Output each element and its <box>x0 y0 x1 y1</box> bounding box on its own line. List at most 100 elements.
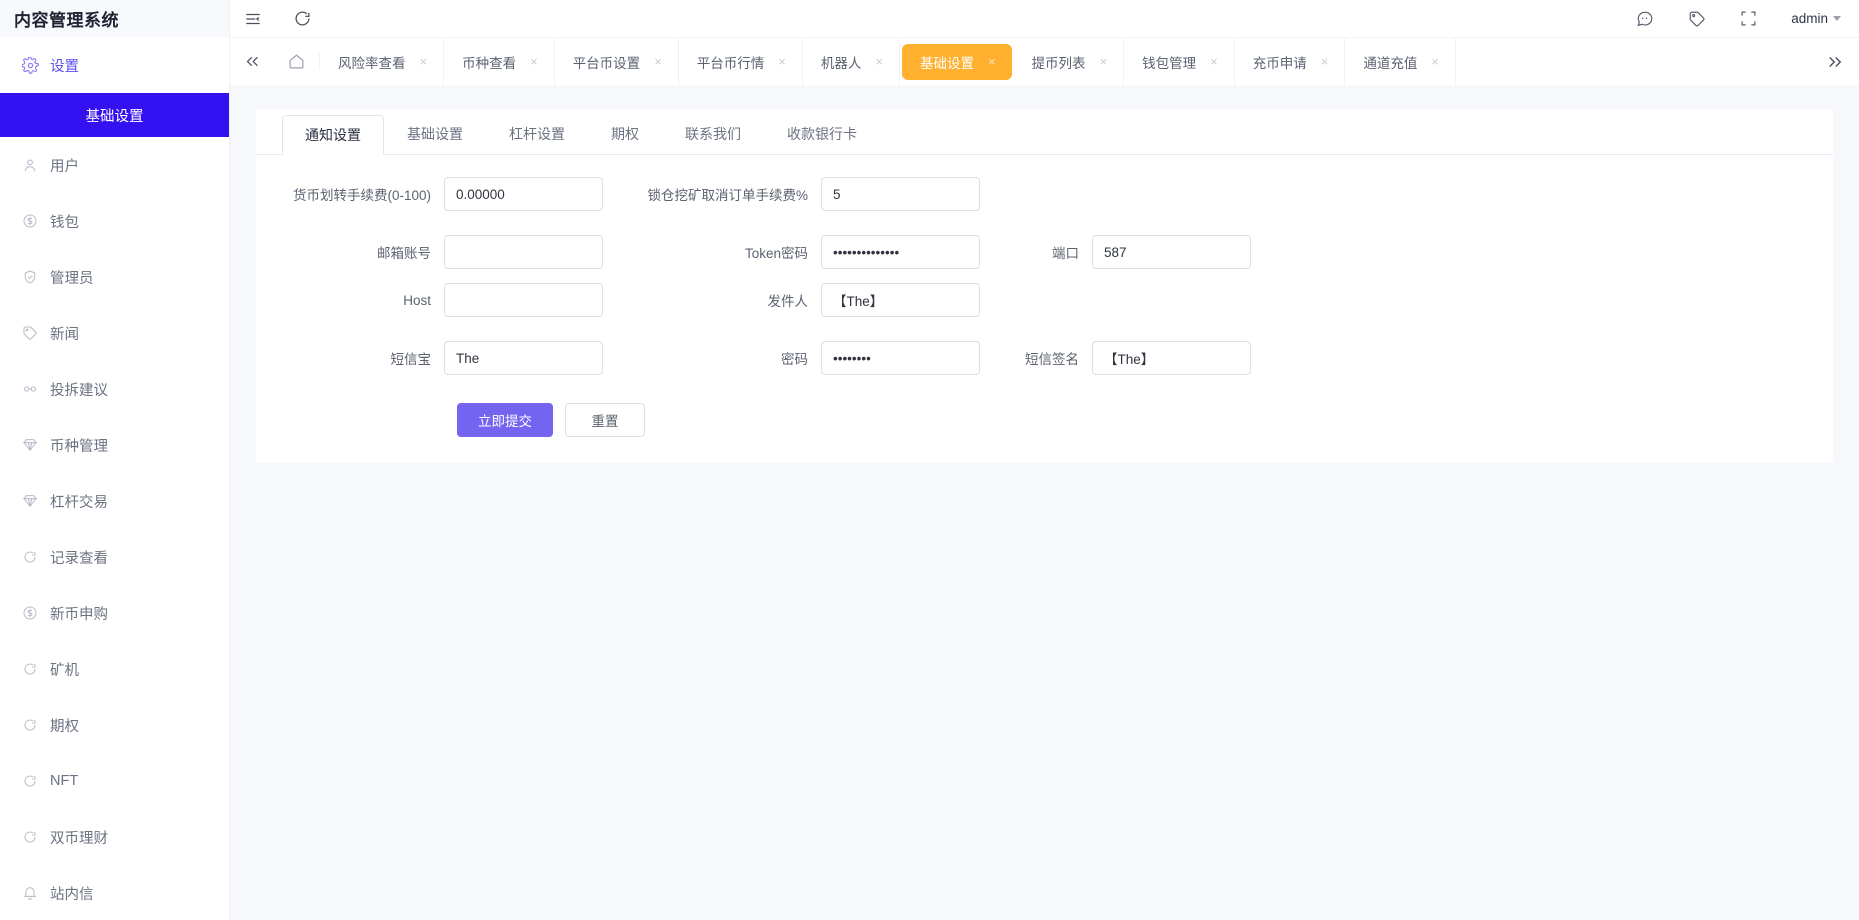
page-tab-8[interactable]: 钱包管理 × <box>1124 37 1235 86</box>
sidebar-scroll[interactable]: 设置 基础设置 用户钱包管理员新闻投拆建议币种管理 杠杆交易记录查看新币申购矿机期… <box>0 37 229 920</box>
sidebar-item-8[interactable]: 记录查看 <box>0 529 229 585</box>
transfer-fee-input[interactable] <box>444 177 603 211</box>
field-email-account: 邮箱账号 <box>256 235 603 269</box>
close-icon[interactable]: × <box>1431 55 1439 68</box>
content-area: 通知设置基础设置杠杆设置期权联系我们收款银行卡 货币划转手续费(0-100) 锁… <box>230 85 1859 920</box>
sidebar-item-2[interactable]: 钱包 <box>0 193 229 249</box>
field-sms-provider: 短信宝 <box>256 341 603 375</box>
sidebar-item-label: 新闻 <box>50 326 79 343</box>
sidebar-item-5[interactable]: 投拆建议 <box>0 361 229 417</box>
refresh-circle-icon <box>22 717 50 733</box>
close-icon[interactable]: × <box>1321 55 1329 68</box>
sms-signature-input[interactable] <box>1092 341 1251 375</box>
sidebar-item-settings[interactable]: 设置 <box>0 37 229 93</box>
sidebar-item-13[interactable]: 双币理财 <box>0 809 229 865</box>
form-tab-strip: 通知设置 基础设置 杠杆设置 期权 联系我们 收款银行卡 <box>256 109 1833 155</box>
form-tab-1[interactable]: 通知设置 <box>282 115 384 155</box>
tab-bar: 风险率查看 × 币种查看 × 平台币设置 × 平台币行情 × 机器人 × 基础设置 × 提币列表 × 钱包管… <box>230 37 1859 86</box>
sidebar-item-10[interactable]: 矿机 <box>0 641 229 697</box>
form-tab-5[interactable]: 联系我们 <box>662 114 764 154</box>
fullscreen-icon[interactable] <box>1740 10 1757 27</box>
home-icon[interactable] <box>274 53 320 70</box>
host-input[interactable] <box>444 283 603 317</box>
app-root: 内容管理系统 设置 基础设置 用户 钱包 管理员 新闻 投拆建议 币种管理 杠杆交易 记录查看… <box>0 0 1859 920</box>
message-icon[interactable] <box>1636 10 1654 28</box>
field-label: 锁仓挖矿取消订单手续费% <box>647 188 808 203</box>
port-input[interactable] <box>1092 235 1251 269</box>
close-icon[interactable]: × <box>530 55 538 68</box>
email-account-input[interactable] <box>444 235 603 269</box>
page-tab-5[interactable]: 机器人 × <box>803 37 900 86</box>
page-tab-9[interactable]: 充币申请 × <box>1235 37 1346 86</box>
sidebar-item-9[interactable]: 新币申购 <box>0 585 229 641</box>
sidebar: 内容管理系统 设置 基础设置 用户 钱包 管理员 新闻 投拆建议 币种管理 杠杆交易 记录查看… <box>0 0 230 920</box>
sidebar-item-label: 新币申购 <box>50 606 108 623</box>
sidebar-item-label: 设置 <box>50 58 79 75</box>
refresh-circle-icon <box>22 829 50 845</box>
sidebar-item-14[interactable]: 站内信 <box>0 865 229 920</box>
token-password-input[interactable] <box>821 235 980 269</box>
page-tab-7[interactable]: 提币列表 × <box>1014 37 1125 86</box>
page-tab-label: 钱包管理 <box>1142 55 1197 71</box>
sidebar-item-6[interactable]: 币种管理 <box>0 417 229 473</box>
form-tab-3[interactable]: 杠杆设置 <box>486 114 588 154</box>
top-bar: admin <box>230 0 1859 37</box>
dollar-circle-icon <box>22 213 50 229</box>
field-password: 密码 <box>641 341 980 375</box>
field-label: 邮箱账号 <box>377 246 431 261</box>
close-icon[interactable]: × <box>1210 55 1218 68</box>
close-icon[interactable]: × <box>420 55 428 68</box>
page-tab-label: 机器人 <box>820 55 862 71</box>
sidebar-item-label: 站内信 <box>50 886 94 903</box>
sidebar-item-1[interactable]: 用户 <box>0 137 229 193</box>
refresh-icon[interactable] <box>294 10 311 27</box>
close-icon[interactable]: × <box>988 55 996 68</box>
diamond-icon <box>22 437 50 453</box>
page-tab-6[interactable]: 基础设置 × <box>901 43 1012 80</box>
cancel-fee-input[interactable] <box>821 177 980 211</box>
password-input[interactable] <box>821 341 980 375</box>
page-tab-10[interactable]: 通道充值 × <box>1345 37 1456 86</box>
sidebar-item-label: 矿机 <box>50 662 79 679</box>
double-chevron-left-icon[interactable] <box>230 53 274 70</box>
form-tab-2[interactable]: 基础设置 <box>384 114 486 154</box>
top-bar-right: admin <box>1636 10 1841 28</box>
user-menu[interactable]: admin <box>1791 11 1841 26</box>
form-row-host: Host 发件人 <box>256 283 1833 317</box>
sidebar-item-12[interactable]: NFT <box>0 753 229 809</box>
double-chevron-right-icon[interactable] <box>1811 53 1859 71</box>
page-tab-3[interactable]: 平台币设置 × <box>555 37 679 86</box>
form-actions: 立即提交 重置 <box>256 403 1833 437</box>
sms-provider-input[interactable] <box>444 341 603 375</box>
page-tab-2[interactable]: 币种查看 × <box>444 37 555 86</box>
form-tab-4[interactable]: 期权 <box>588 114 662 154</box>
sidebar-item-label: 投拆建议 <box>50 382 108 399</box>
sidebar-item-11[interactable]: 期权 <box>0 697 229 753</box>
sidebar-item-label: 管理员 <box>50 270 94 287</box>
sidebar-item-label: 记录查看 <box>50 550 108 567</box>
page-tab-1[interactable]: 风险率查看 × <box>320 37 445 86</box>
page-tab-label: 币种查看 <box>462 55 517 71</box>
tab-list: 风险率查看 × 币种查看 × 平台币设置 × 平台币行情 × 机器人 × 基础设置 × 提币列表 × 钱包管… <box>320 37 1811 86</box>
sidebar-item-label: 双币理财 <box>50 830 108 847</box>
submit-button[interactable]: 立即提交 <box>457 403 553 437</box>
main-area: admin 风险率查看 × 币种查看 × 平台币设置 × 平台币行情 × 机器人 × 基础设置 × 提币… <box>230 0 1859 920</box>
close-icon[interactable]: × <box>778 55 786 68</box>
sidebar-item-label: 用户 <box>50 158 79 175</box>
sidebar-item-3[interactable]: 管理员 <box>0 249 229 305</box>
sidebar-item-label: NFT <box>50 773 79 789</box>
collapse-menu-icon[interactable] <box>244 10 262 28</box>
sidebar-item-7[interactable]: 杠杆交易 <box>0 473 229 529</box>
form-tab-6[interactable]: 收款银行卡 <box>764 114 880 154</box>
sender-input[interactable] <box>821 283 980 317</box>
tag-icon <box>22 325 50 341</box>
close-icon[interactable]: × <box>875 55 883 68</box>
close-icon[interactable]: × <box>654 55 662 68</box>
reset-button[interactable]: 重置 <box>565 403 645 437</box>
page-tab-4[interactable]: 平台币行情 × <box>679 37 803 86</box>
sidebar-subitem-basic-settings[interactable]: 基础设置 <box>0 93 229 137</box>
field-sms-signature: 短信签名 <box>1020 341 1251 375</box>
close-icon[interactable]: × <box>1100 55 1108 68</box>
sidebar-item-4[interactable]: 新闻 <box>0 305 229 361</box>
tag-icon[interactable] <box>1688 10 1706 28</box>
